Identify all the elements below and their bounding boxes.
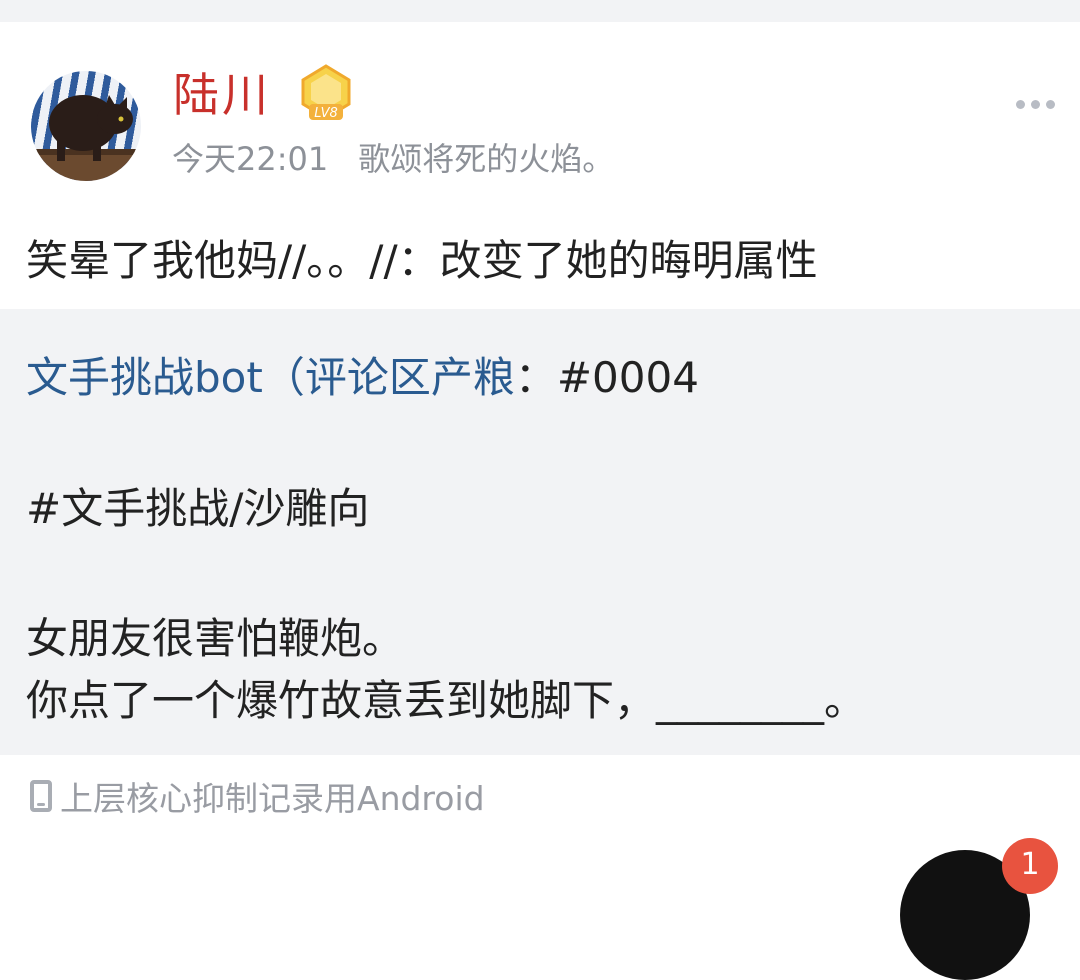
post-time: 今天22:01 xyxy=(172,140,329,178)
level-badge-label: LV8 xyxy=(314,106,337,121)
quoted-id: #0004 xyxy=(556,353,699,402)
cat-avatar-icon xyxy=(31,95,141,181)
phone-icon xyxy=(30,780,52,812)
username[interactable]: 陆川 xyxy=(173,72,271,118)
quoted-header: 文手挑战bot（评论区产粮：#0004 xyxy=(26,357,699,399)
quoted-tag-line: #文手挑战/沙雕向 xyxy=(26,484,370,533)
top-separator xyxy=(0,0,1080,22)
post-source: 歌颂将死的火焰。 xyxy=(358,140,615,178)
device-footer: 上层核心抑制记录用Android xyxy=(30,772,485,820)
post-text: 笑晕了我他妈//。。//：改变了她的晦明属性 xyxy=(26,236,818,285)
quoted-author[interactable]: 文手挑战bot（评论区产粮 xyxy=(26,353,515,402)
quoted-line-1: 女朋友很害怕鞭炮。 xyxy=(26,614,405,663)
more-icon[interactable] xyxy=(1016,97,1062,111)
post-meta: 今天22:01 歌颂将死的火焰。 xyxy=(172,143,614,175)
level-badge-icon: LV8 xyxy=(297,64,355,126)
quoted-line-2: 你点了一个爆竹故意丢到她脚下，________。 xyxy=(26,676,867,725)
device-label: 上层核心抑制记录用Android xyxy=(60,779,485,818)
notification-badge[interactable]: 1 xyxy=(1002,838,1058,894)
quoted-author-separator: ： xyxy=(514,353,557,402)
quoted-post[interactable]: 文手挑战bot（评论区产粮：#0004 #文手挑战/沙雕向 女朋友很害怕鞭炮。 … xyxy=(0,309,1080,755)
avatar[interactable] xyxy=(31,71,141,181)
